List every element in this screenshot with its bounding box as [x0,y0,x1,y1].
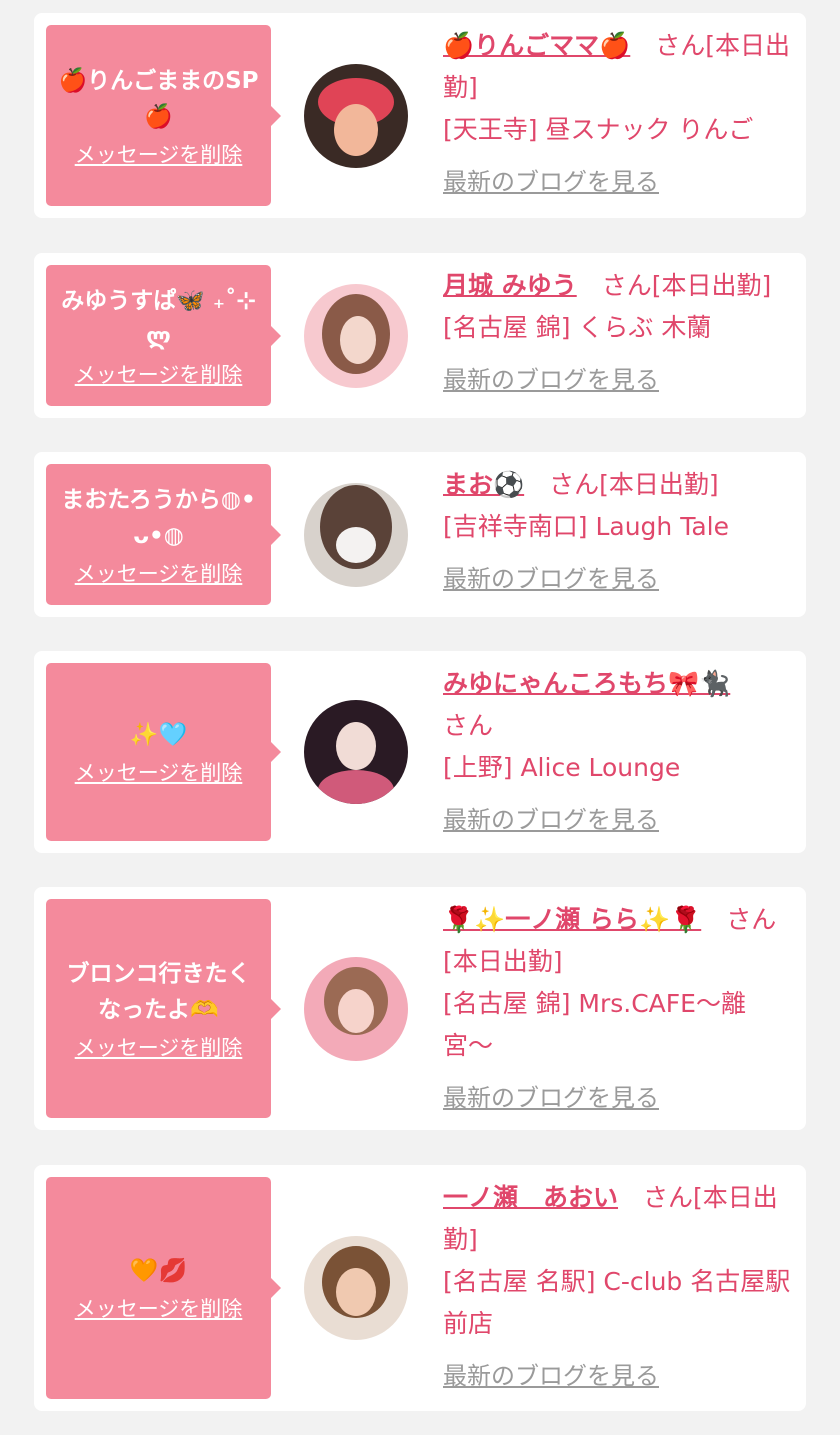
message-bubble: 🧡💋 メッセージを削除 [46,1177,281,1399]
message-bubble: ブロンコ行きたくなったよ🫶 メッセージを削除 [46,899,281,1118]
delete-message-link[interactable]: メッセージを削除 [75,1293,243,1323]
shop-name: [名古屋 錦] くらぶ 木蘭 [443,313,712,342]
girl-info: 🌹✨一ノ瀬 らら✨🌹 さん[本日出勤] [名古屋 錦] Mrs.CAFE〜離宮〜… [443,899,792,1119]
message-text: 🍎りんごままのSP🍎 [58,67,259,130]
shop-name: [名古屋 名駅] C-club 名古屋駅前店 [443,1267,791,1338]
avatar[interactable] [304,1236,408,1340]
latest-blog-link[interactable]: 最新のブログを見る [443,1077,659,1119]
delete-message-link[interactable]: メッセージを削除 [75,139,243,169]
girl-name-link[interactable]: 一ノ瀬 あおい [443,1183,618,1212]
message-bubble: 🍎りんごままのSP🍎 メッセージを削除 [46,25,281,206]
girl-info: みゆにゃんころもち🎀🐈‍⬛ さん [上野] Alice Lounge 最新のブログ… [443,663,792,841]
shop-name: [名古屋 錦] Mrs.CAFE〜離宮〜 [443,989,746,1060]
girl-info: 🍎りんごママ🍎 さん[本日出勤] [天王寺] 昼スナック りんご 最新のブログを… [443,25,792,203]
message-text: まおたろうから◍•ᴗ•◍ [61,486,256,549]
message-card: 🍎りんごままのSP🍎 メッセージを削除 🍎りんごママ🍎 さん[本日出勤] [天王… [34,13,806,218]
latest-blog-link[interactable]: 最新のブログを見る [443,558,659,600]
girl-name-link[interactable]: まお⚽️ [443,470,524,499]
message-list: 🍎りんごままのSP🍎 メッセージを削除 🍎りんごママ🍎 さん[本日出勤] [天王… [0,0,840,1435]
message-card: ブロンコ行きたくなったよ🫶 メッセージを削除 🌹✨一ノ瀬 らら✨🌹 さん[本日出… [34,887,806,1130]
shop-name: [天王寺] 昼スナック りんご [443,115,754,144]
message-bubble: みゆうすぱ🦋 ₊˚⊹ლ メッセージを削除 [46,265,281,406]
delete-message-link[interactable]: メッセージを削除 [75,757,243,787]
latest-blog-link[interactable]: 最新のブログを見る [443,359,659,401]
message-card: まおたろうから◍•ᴗ•◍ メッセージを削除 まお⚽️ さん[本日出勤] [吉祥寺… [34,452,806,617]
girl-info: 月城 みゆう さん[本日出勤] [名古屋 錦] くらぶ 木蘭 最新のブログを見る [443,265,792,401]
message-card: 🧡💋 メッセージを削除 一ノ瀬 あおい さん[本日出勤] [名古屋 名駅] C-… [34,1165,806,1411]
girl-name-link[interactable]: 月城 みゆう [443,271,577,300]
girl-status: さん[本日出勤] [576,271,772,300]
girl-info: まお⚽️ さん[本日出勤] [吉祥寺南口] Laugh Tale 最新のブログを… [443,464,792,600]
girl-status: さん[本日出勤] [524,470,719,499]
latest-blog-link[interactable]: 最新のブログを見る [443,161,659,203]
avatar[interactable] [304,63,408,168]
message-bubble: まおたろうから◍•ᴗ•◍ メッセージを削除 [46,464,281,605]
message-text: みゆうすぱ🦋 ₊˚⊹ლ [61,287,256,350]
girl-name-link[interactable]: みゆにゃんころもち🎀🐈‍⬛ [443,669,730,698]
message-card: みゆうすぱ🦋 ₊˚⊹ლ メッセージを削除 月城 みゆう さん[本日出勤] [名古… [34,253,806,418]
avatar[interactable] [304,283,408,388]
girl-status: さん [443,711,494,740]
avatar[interactable] [304,482,408,587]
shop-name: [吉祥寺南口] Laugh Tale [443,512,729,541]
latest-blog-link[interactable]: 最新のブログを見る [443,1355,659,1397]
delete-message-link[interactable]: メッセージを削除 [75,1032,243,1062]
shop-name: [上野] Alice Lounge [443,753,681,782]
girl-name-link[interactable]: 🍎りんごママ🍎 [443,31,630,60]
message-text: 🧡💋 [129,1258,188,1284]
delete-message-link[interactable]: メッセージを削除 [75,359,243,389]
avatar[interactable] [304,700,408,804]
girl-info: 一ノ瀬 あおい さん[本日出勤] [名古屋 名駅] C-club 名古屋駅前店 … [443,1177,792,1397]
message-text: ブロンコ行きたくなったよ🫶 [66,960,251,1023]
girl-name-link[interactable]: 🌹✨一ノ瀬 らら✨🌹 [443,905,701,934]
avatar[interactable] [304,956,408,1061]
delete-message-link[interactable]: メッセージを削除 [75,558,243,588]
message-bubble: ✨🩵 メッセージを削除 [46,663,281,841]
latest-blog-link[interactable]: 最新のブログを見る [443,799,659,841]
message-card: ✨🩵 メッセージを削除 みゆにゃんころもち🎀🐈‍⬛ さん [上野] Alice L… [34,651,806,853]
message-text: ✨🩵 [129,722,188,748]
